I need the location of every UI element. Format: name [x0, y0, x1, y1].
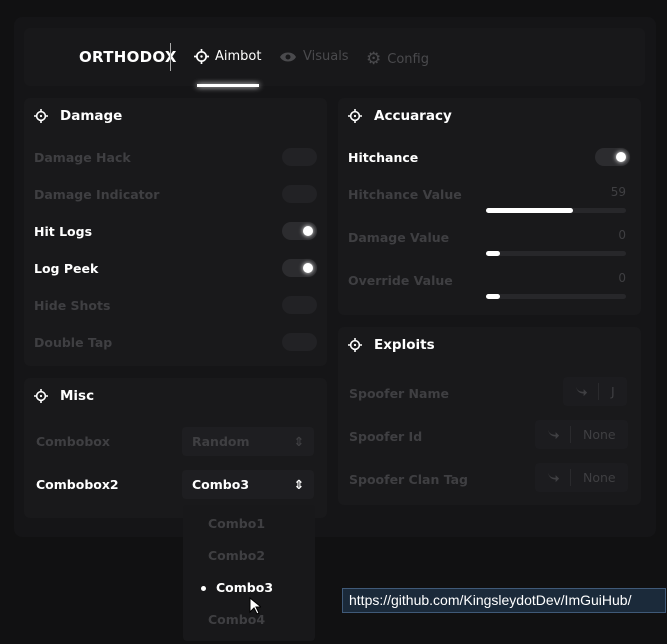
slider-fill — [486, 251, 500, 256]
hitchance-slider[interactable] — [486, 208, 626, 213]
chevron-updown-icon: ⇕ — [293, 434, 304, 449]
crosshair-icon — [34, 389, 48, 403]
spoofer-id-label: Spoofer Id — [349, 429, 423, 444]
combobox-label: Combobox — [36, 434, 110, 449]
damage-hack-toggle[interactable] — [282, 148, 317, 166]
damage-indicator-label: Damage Indicator — [34, 187, 160, 202]
double-tap-label: Double Tap — [34, 335, 113, 350]
combobox2-label: Combobox2 — [36, 477, 119, 492]
slider-fill — [486, 294, 500, 299]
hide-shots-toggle[interactable] — [282, 296, 317, 314]
panel-title: Misc — [60, 388, 95, 404]
hit-logs-label: Hit Logs — [34, 224, 93, 239]
exploits-panel: Exploits Spoofer Name J Spoofer Id None … — [338, 327, 641, 505]
dropdown-option[interactable]: Combo2 — [208, 548, 265, 563]
misc-panel: Misc Combobox Random ⇕ Combobox2 Combo3 ⇕ — [24, 378, 327, 518]
damage-panel: Damage Damage Hack Damage Indicator Hit … — [24, 98, 327, 366]
arrow-icon — [546, 469, 560, 483]
damage-value-label: Damage Value — [348, 230, 450, 245]
arrow-icon — [546, 426, 560, 440]
crosshair-icon — [348, 109, 362, 123]
divider — [170, 43, 171, 71]
panel-title: Exploits — [374, 337, 435, 353]
tab-aimbot[interactable]: Aimbot — [194, 49, 261, 64]
dropdown-option[interactable]: Combo1 — [208, 516, 265, 531]
crosshair-icon — [34, 109, 48, 123]
damage-indicator-toggle[interactable] — [282, 185, 317, 203]
override-slider[interactable] — [486, 294, 626, 299]
override-value: 0 — [618, 271, 626, 285]
spoofer-name-keybind[interactable]: J — [563, 377, 627, 406]
damage-slider[interactable] — [486, 251, 626, 256]
combobox2-dropdown: Combo1 Combo2 Combo3 Combo4 — [183, 505, 315, 641]
arrow-icon — [574, 383, 588, 397]
combobox-select[interactable]: Random ⇕ — [182, 427, 314, 456]
url-tooltip: https://github.com/KingsleydotDev/ImGuiH… — [342, 588, 666, 613]
tab-label: Visuals — [303, 49, 349, 64]
hit-logs-toggle[interactable] — [282, 222, 317, 240]
combobox2-value: Combo3 — [192, 477, 250, 492]
active-tab-indicator — [197, 84, 259, 87]
crosshair-icon — [194, 49, 209, 64]
panel-title: Accuaracy — [374, 108, 452, 124]
combobox2-select[interactable]: Combo3 ⇕ — [182, 470, 314, 499]
brand-logo: ORTHODOX — [79, 48, 177, 66]
combobox-value: Random — [192, 434, 250, 449]
spoofer-clan-tag-keybind[interactable]: None — [535, 463, 628, 492]
crosshair-icon — [348, 338, 362, 352]
hitchance-value: 59 — [610, 185, 626, 199]
eye-icon — [280, 52, 296, 61]
panel-title: Damage — [60, 108, 123, 124]
damage-hack-label: Damage Hack — [34, 150, 131, 165]
tab-label: Config — [387, 51, 429, 67]
selected-dot-icon — [201, 586, 206, 591]
mouse-cursor-icon — [249, 597, 261, 615]
keybind-value: None — [583, 470, 616, 485]
double-tap-toggle[interactable] — [282, 333, 317, 351]
tab-visuals[interactable]: Visuals — [279, 49, 349, 64]
keybind-value: None — [583, 427, 616, 442]
keybind-value: J — [611, 384, 615, 399]
hitchance-label: Hitchance — [348, 150, 419, 165]
chevron-updown-icon: ⇕ — [293, 477, 304, 492]
hide-shots-label: Hide Shots — [34, 298, 111, 313]
hitchance-toggle[interactable] — [595, 148, 630, 166]
log-peek-label: Log Peek — [34, 261, 99, 276]
override-value-label: Override Value — [348, 273, 453, 288]
tab-config[interactable]: ⚙ Config — [366, 49, 429, 69]
accuracy-panel: Accuaracy Hitchance Hitchance Value 59 D… — [338, 98, 641, 315]
log-peek-toggle[interactable] — [282, 259, 317, 277]
spoofer-id-keybind[interactable]: None — [535, 420, 628, 449]
gear-icon: ⚙ — [366, 49, 382, 69]
dropdown-option-selected[interactable]: Combo3 — [216, 580, 273, 595]
spoofer-clan-tag-label: Spoofer Clan Tag — [349, 472, 469, 487]
slider-fill — [486, 208, 573, 213]
spoofer-name-label: Spoofer Name — [349, 386, 449, 401]
tab-label: Aimbot — [215, 49, 262, 64]
hitchance-value-label: Hitchance Value — [348, 187, 462, 202]
damage-value: 0 — [618, 228, 626, 242]
